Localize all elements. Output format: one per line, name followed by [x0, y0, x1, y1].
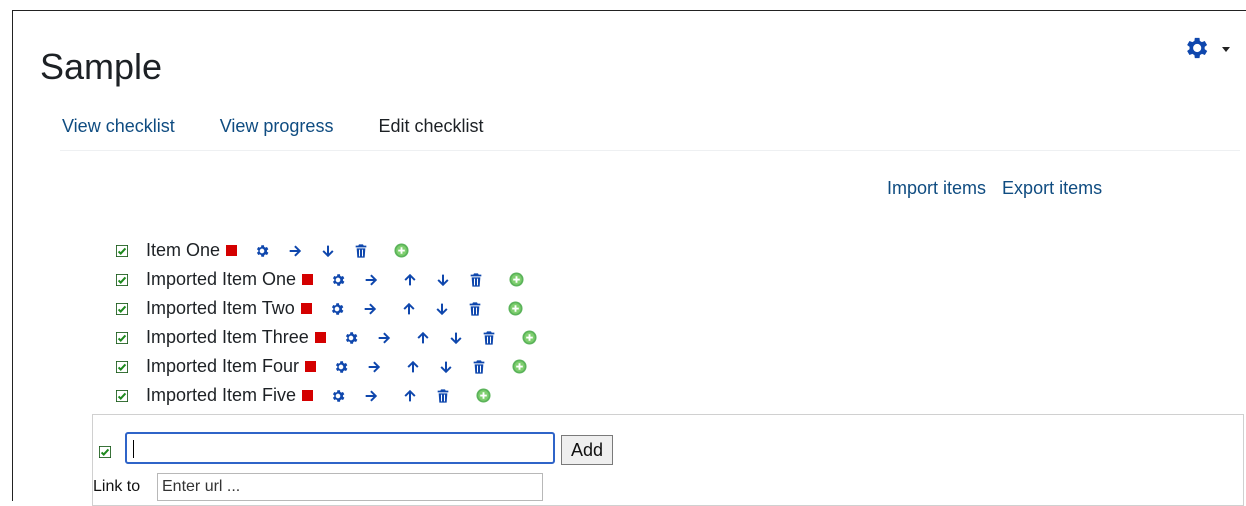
add-item-panel: Add Link to Enter url ...	[92, 414, 1244, 506]
red-square-icon[interactable]	[302, 274, 314, 285]
arrow-up-icon[interactable]	[402, 388, 418, 404]
gear-icon[interactable]	[329, 301, 345, 317]
trash-icon[interactable]	[471, 359, 487, 375]
red-square-icon[interactable]	[305, 361, 317, 372]
link-to-label: Link to	[93, 478, 141, 495]
arrow-down-icon[interactable]	[438, 359, 454, 375]
list-item: Imported Item Five	[116, 381, 537, 410]
checkbox-icon[interactable]	[116, 332, 128, 344]
tabs-divider	[60, 150, 1240, 151]
list-item: Imported Item Three	[116, 323, 537, 352]
red-square-icon[interactable]	[300, 303, 312, 314]
add-item-icon[interactable]	[509, 272, 524, 287]
gear-icon[interactable]	[343, 330, 359, 346]
gear-icon[interactable]	[254, 243, 270, 259]
arrow-down-icon[interactable]	[448, 330, 464, 346]
arrow-right-icon[interactable]	[366, 359, 382, 375]
trash-icon[interactable]	[353, 243, 369, 259]
item-label: Imported Item Two	[146, 298, 295, 318]
checkbox-icon[interactable]	[99, 446, 111, 458]
add-item-icon[interactable]	[394, 243, 409, 258]
arrow-down-icon[interactable]	[320, 243, 336, 259]
checkbox-icon[interactable]	[116, 303, 128, 315]
trash-icon[interactable]	[467, 301, 483, 317]
item-label: Imported Item Four	[146, 356, 300, 376]
list-item: Imported Item One	[116, 265, 537, 294]
tab-view-progress[interactable]: View progress	[220, 116, 334, 137]
list-item: Imported Item Two	[116, 294, 537, 323]
text-cursor	[133, 440, 134, 458]
checkbox-icon[interactable]	[116, 361, 128, 373]
checkbox-icon[interactable]	[116, 245, 128, 257]
list-item: Item One	[116, 236, 537, 265]
trash-icon[interactable]	[481, 330, 497, 346]
tab-bar: View checklist View progress Edit checkl…	[62, 116, 529, 137]
gear-icon[interactable]	[330, 272, 346, 288]
chevron-down-icon[interactable]	[1222, 46, 1230, 52]
item-label: Imported Item One	[146, 269, 297, 289]
import-export-links: Import items Export items	[887, 178, 1113, 199]
trash-icon[interactable]	[435, 388, 451, 404]
arrow-up-icon[interactable]	[401, 301, 417, 317]
arrow-down-icon[interactable]	[435, 272, 451, 288]
new-item-input[interactable]	[125, 432, 555, 464]
item-label: Imported Item Five	[146, 385, 297, 405]
arrow-up-icon[interactable]	[405, 359, 421, 375]
tab-view-checklist[interactable]: View checklist	[62, 116, 175, 137]
red-square-icon[interactable]	[226, 245, 238, 256]
add-item-icon[interactable]	[476, 388, 491, 403]
red-square-icon[interactable]	[302, 390, 314, 401]
trash-icon[interactable]	[468, 272, 484, 288]
checkbox-icon[interactable]	[116, 390, 128, 402]
add-item-icon[interactable]	[508, 301, 523, 316]
arrow-right-icon[interactable]	[287, 243, 303, 259]
arrow-up-icon[interactable]	[402, 272, 418, 288]
settings-menu[interactable]	[1182, 34, 1230, 62]
checkbox-icon[interactable]	[116, 274, 128, 286]
gear-icon[interactable]	[330, 388, 346, 404]
import-items-link[interactable]: Import items	[887, 178, 986, 198]
item-label: Imported Item Three	[146, 327, 309, 347]
arrow-up-icon[interactable]	[415, 330, 431, 346]
export-items-link[interactable]: Export items	[1002, 178, 1102, 198]
add-item-icon[interactable]	[512, 359, 527, 374]
add-button[interactable]: Add	[561, 435, 613, 465]
gear-icon[interactable]	[1182, 34, 1210, 62]
arrow-right-icon[interactable]	[363, 388, 379, 404]
arrow-right-icon[interactable]	[362, 301, 378, 317]
list-item: Imported Item Four	[116, 352, 537, 381]
gear-icon[interactable]	[333, 359, 349, 375]
url-input[interactable]: Enter url ...	[157, 473, 543, 501]
item-label: Item One	[146, 240, 221, 260]
red-square-icon[interactable]	[314, 332, 326, 343]
add-item-icon[interactable]	[522, 330, 537, 345]
arrow-right-icon[interactable]	[363, 272, 379, 288]
tab-edit-checklist[interactable]: Edit checklist	[378, 116, 483, 137]
arrow-right-icon[interactable]	[376, 330, 392, 346]
checklist-items: Item One Imported Item One Imported Item…	[116, 236, 537, 410]
arrow-down-icon[interactable]	[434, 301, 450, 317]
page-title: Sample	[40, 46, 163, 87]
